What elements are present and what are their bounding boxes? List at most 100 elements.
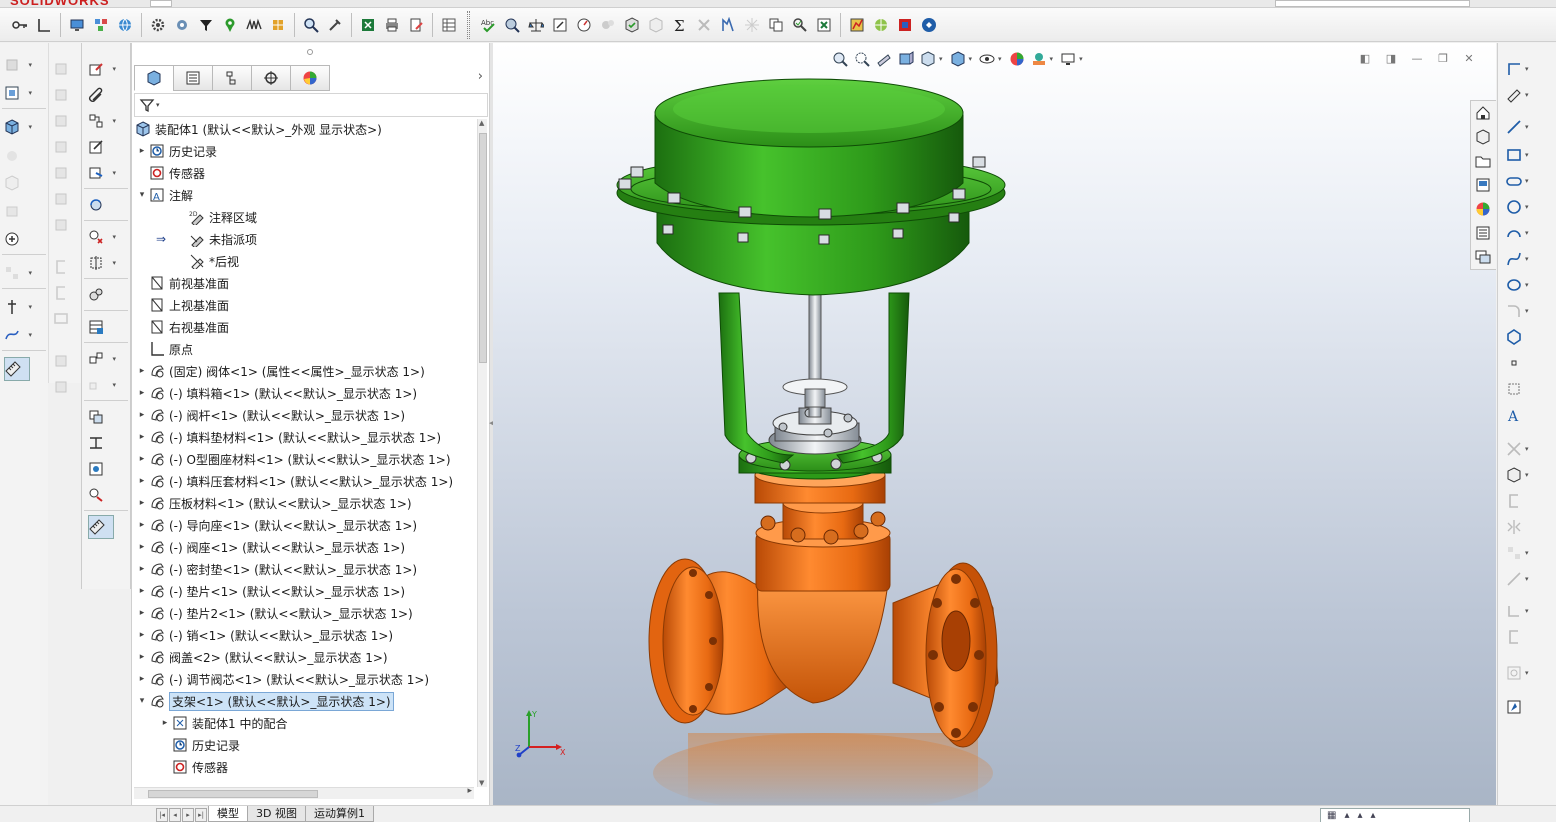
equation-icon[interactable] [549,14,571,36]
paperclip-icon[interactable] [88,83,116,107]
copy-icon[interactable] [765,14,787,36]
filter-icon[interactable] [139,97,155,113]
insert-component-icon[interactable]: ▾ [4,81,32,105]
expand-toggle-icon[interactable]: ▸ [159,718,171,728]
tree-item[interactable]: ▸ (-) 垫片2<1> (默认<<默认>_显示状态 1>) [136,603,413,623]
reference-geometry-icon[interactable]: ▾ [88,251,116,275]
reference-axis-icon[interactable]: ▾ [4,295,32,319]
home-icon[interactable] [1471,101,1495,125]
tree-item[interactable]: ▸ (-) O型圈座材料<1> (默认<<默认>_显示状态 1>) [136,449,451,469]
expand-toggle-icon[interactable]: ▸ [136,388,148,398]
sigma-icon[interactable]: Σ [669,14,691,36]
hole-alignment-icon[interactable] [88,457,116,481]
ellipse-icon[interactable]: ▾ [1506,273,1546,297]
tree-item[interactable]: 传感器 [159,757,228,777]
document-edit-icon[interactable] [405,14,427,36]
expand-toggle-icon[interactable]: ▸ [136,586,148,596]
tree-item[interactable]: ▸ 历史记录 [136,141,217,161]
custom-properties-icon[interactable] [1471,221,1495,245]
tree-item[interactable]: ▸ (-) 填料箱<1> (默认<<默认>_显示状态 1>) [136,383,417,403]
tab-configuration-manager[interactable] [212,65,252,91]
tree-item[interactable]: 原点 [136,339,193,359]
tree-item[interactable]: ▸ (-) 导向座<1> (默认<<默认>_显示状态 1>) [136,515,417,535]
check-magnify-icon[interactable] [789,14,811,36]
arc-icon[interactable]: ▾ [1506,221,1546,245]
tree-item[interactable]: 右视基准面 [136,317,229,337]
expand-toggle-icon[interactable]: ▸ [136,146,148,156]
help-icon[interactable] [918,14,940,36]
motion-icon[interactable] [717,14,739,36]
excel-export-icon[interactable] [813,14,835,36]
cog-blue-icon[interactable] [171,14,193,36]
next-tab-icon[interactable]: ▸ [182,808,194,822]
clearance-icon[interactable] [88,431,116,455]
design-library-icon[interactable] [1471,125,1495,149]
sketch-tools-icon[interactable]: ▾ [1506,83,1546,107]
tab-property-manager[interactable] [173,65,213,91]
caret-up-icon[interactable]: ▴ [1371,810,1376,821]
last-tab-icon[interactable]: ▸| [195,808,207,822]
tools-icon[interactable] [324,14,346,36]
hide-show-icon[interactable]: ▾ [88,225,116,249]
expand-toggle-icon[interactable]: ▸ [136,432,148,442]
measure-icon[interactable] [501,14,523,36]
plane-sketch-icon[interactable] [1506,377,1546,401]
chevron-right-icon[interactable]: › [478,69,483,84]
monitor-icon[interactable] [66,14,88,36]
puzzle-icon[interactable] [267,14,289,36]
circle-icon[interactable]: ▾ [1506,195,1546,219]
expand-toggle-icon[interactable]: ▸ [136,608,148,618]
tree-item[interactable]: ▸ (-) 阀座<1> (默认<<默认>_显示状态 1>) [136,537,405,557]
expand-toggle-icon[interactable]: ▸ [136,674,148,684]
sketch-icon[interactable]: ▾ [88,57,116,81]
expand-toggle-icon[interactable]: ▸ [136,454,148,464]
tree-item[interactable]: ▾ 支架<1> (默认<<默认>_显示状态 1>) [136,691,394,711]
prev-tab-icon[interactable]: ◂ [169,808,181,822]
smart-dimension-icon[interactable]: ▾ [1506,57,1546,81]
tree-item[interactable]: ▾ A 注解 [136,185,193,205]
wave-icon[interactable] [243,14,265,36]
gear-icon[interactable] [147,14,169,36]
expand-toggle-icon[interactable]: ▸ [136,476,148,486]
tree-item[interactable]: ▸ 装配体1 中的配合 [159,713,287,733]
tree-item[interactable]: *后视 [176,251,239,271]
graphics-viewport[interactable]: ▾ ▾ ▾ ▾ ▾ ◧ ◨ — ❐ ✕ Y X Z [493,43,1496,805]
caret-up-icon[interactable]: ▴ [1344,810,1349,821]
line-icon[interactable]: ▾ [1506,115,1546,139]
print-icon[interactable] [381,14,403,36]
tree-item[interactable]: ▸ (固定) 阀体<1> (属性<<属性>_显示状态 1>) [136,361,425,381]
tree-root[interactable]: 装配体1 (默认<<默认>_外观 显示状态>) [134,119,382,139]
tree-item[interactable]: 前视基准面 [136,273,229,293]
expand-toggle-icon[interactable]: ▾ [136,696,148,706]
scroll-thumb[interactable] [479,133,487,363]
expand-toggle-icon[interactable]: ▸ [136,630,148,640]
first-tab-icon[interactable]: |◂ [156,808,168,822]
expand-toggle-icon[interactable]: ▸ [136,520,148,530]
cube-blue-icon[interactable]: ▾ [4,115,32,139]
collision-icon[interactable] [88,483,116,507]
tab-3d-view[interactable]: 3D 视图 [247,806,306,822]
excel-icon[interactable] [357,14,379,36]
simulation-icon[interactable] [870,14,892,36]
tree-horizontal-scrollbar[interactable]: ▸ [134,786,474,799]
tree-item[interactable]: ▸ 压板材料<1> (默认<<默认>_显示状态 1>) [136,493,412,513]
tree-item[interactable]: ▸ (-) 填料压套材料<1> (默认<<默认>_显示状态 1>) [136,471,453,491]
expand-toggle-icon[interactable]: ▸ [136,498,148,508]
edit-icon[interactable] [88,135,116,159]
scroll-thumb-h[interactable] [148,790,318,798]
search-box[interactable] [1275,0,1470,7]
spell-check-icon[interactable]: Abc [477,14,499,36]
panel-grip[interactable] [307,49,313,55]
appearances-icon[interactable] [1471,197,1495,221]
caret-up-icon[interactable]: ▴ [1357,810,1362,821]
rapid-sketch-icon[interactable] [1506,695,1546,719]
interference-icon[interactable] [88,405,116,429]
tree-item[interactable]: 传感器 [136,163,205,183]
point-icon[interactable] [1506,351,1546,375]
expand-toggle-icon[interactable]: ▸ [136,652,148,662]
tree-item[interactable]: 2D 注释区域 [176,207,257,227]
title-slot[interactable] [150,0,172,7]
funnel-icon[interactable] [195,14,217,36]
expand-toggle-icon[interactable]: ▾ [136,190,148,200]
tree-item[interactable]: ▸ (-) 垫片<1> (默认<<默认>_显示状态 1>) [136,581,405,601]
